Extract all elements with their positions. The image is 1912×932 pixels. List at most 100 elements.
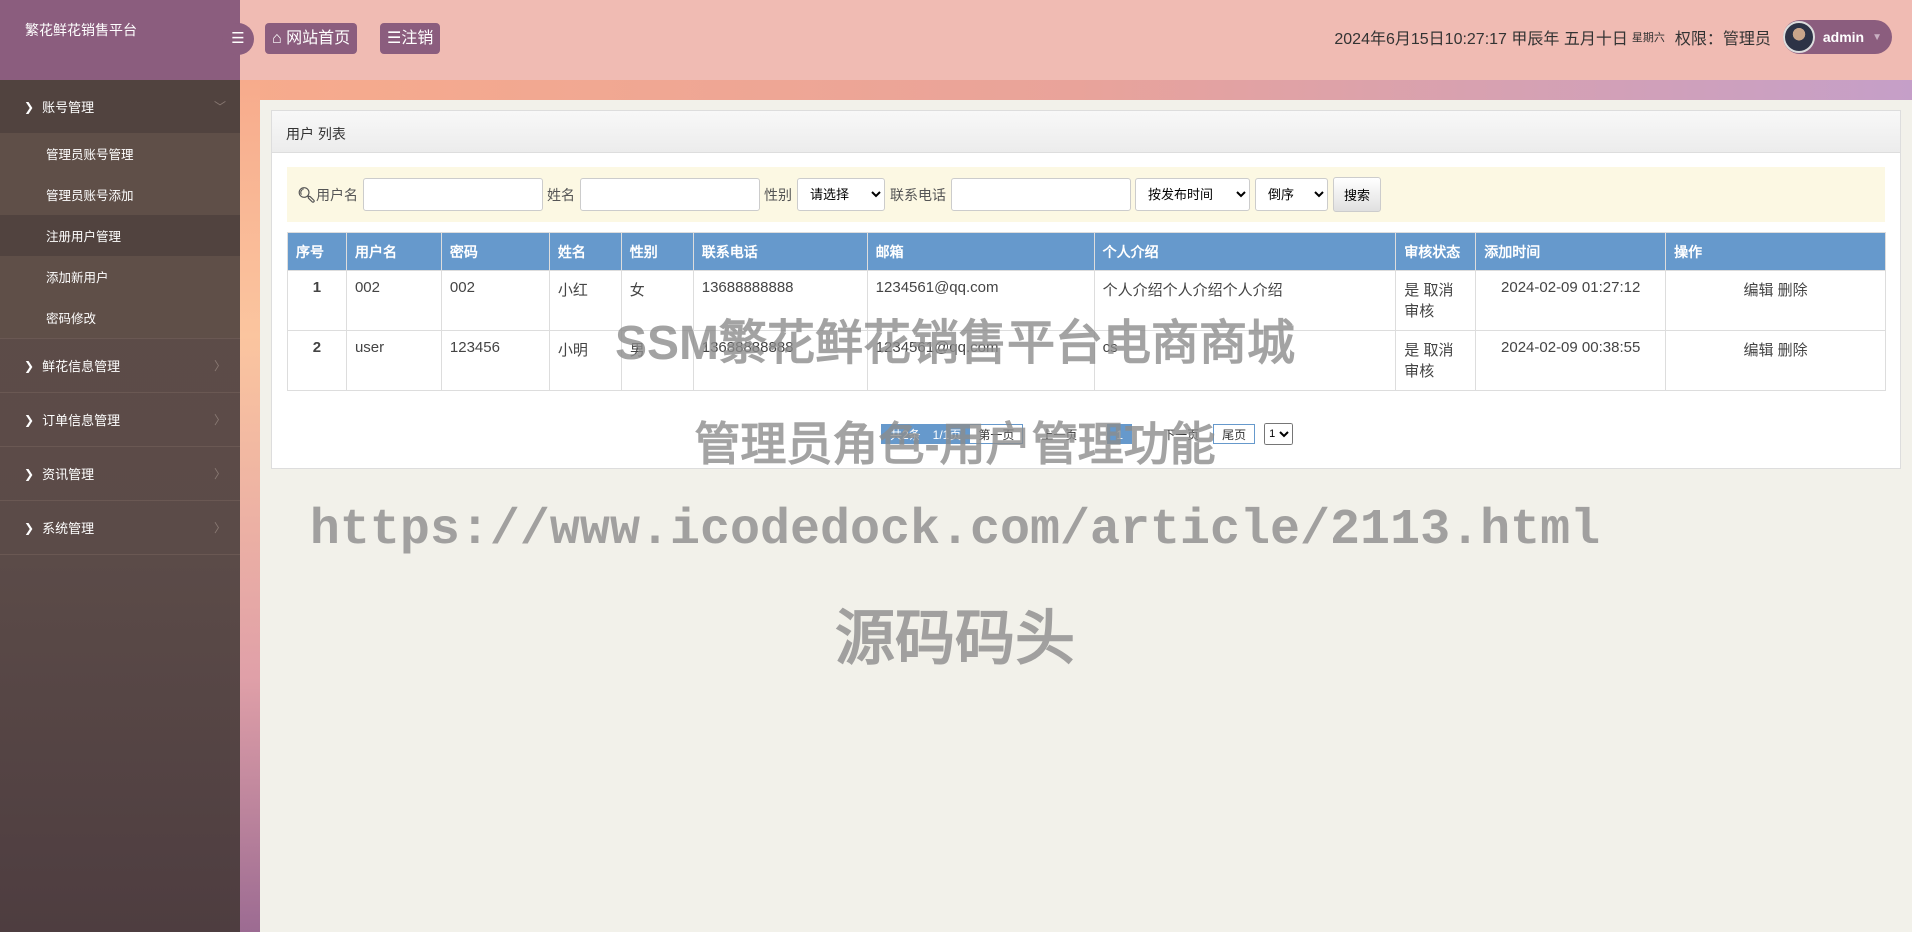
table-cell: cs [1093, 330, 1397, 391]
chevron-right-icon: 〉 [213, 521, 226, 535]
menu-label: 账号管理 [42, 100, 95, 115]
column-header: 邮箱 [866, 232, 1095, 271]
edit-link[interactable]: 编辑 [1743, 342, 1773, 359]
menu-label: 系统管理 [42, 521, 95, 536]
chevron-right-icon: 〉 [213, 467, 226, 481]
search-icon: 🔍︎ [297, 186, 317, 204]
panel-title: 用户 列表 [272, 111, 1900, 153]
chevron-right-icon: ❯ [24, 99, 35, 114]
caret-down-icon: ▼ [1872, 31, 1882, 43]
name-label: 姓名 [547, 186, 576, 203]
user-menu[interactable]: admin ▼ [1782, 20, 1892, 54]
column-header: 审核状态 [1395, 232, 1477, 271]
table-cell: 1234561@qq.com [866, 330, 1095, 391]
prev-page-button[interactable]: 上一页 [1032, 424, 1086, 444]
chevron-right-icon: ❯ [24, 358, 35, 373]
table-cell: 个人介绍个人介绍个人介绍 [1093, 270, 1397, 331]
next-page-button[interactable]: 下一页 [1154, 424, 1208, 444]
actions-cell: 编辑 删除 [1665, 330, 1886, 391]
menu-account: ❯ 账号管理 ﹀ 管理员账号管理 管理员账号添加 注册用户管理 添加新用户 密码修改 [0, 80, 240, 339]
table-row: 1 002 002 小红女 13688888888 1234561@qq.com 个人介绍个… [287, 270, 1886, 331]
username: admin [1822, 29, 1865, 45]
logout-button[interactable]: ☰注销 [380, 23, 441, 54]
sidebar-item-user-manage[interactable]: 注册用户管理 [0, 215, 240, 256]
search-bar: 🔍︎ 用户名 姓名 性别 请选择 联系电话 按发布时间 倒序 搜索 [287, 167, 1885, 222]
delete-link[interactable]: 删除 [1778, 282, 1808, 299]
user-list-panel: 用户 列表 🔍︎ 用户名 姓名 性别 请选择 联系电话 按发布时间 倒序 搜索 … [271, 110, 1901, 469]
weekday: 星期六 [1631, 32, 1665, 44]
column-header: 个人介绍 [1093, 232, 1397, 271]
sidebar-item-admin-manage[interactable]: 管理员账号管理 [0, 133, 240, 174]
menu-label: 鲜花信息管理 [42, 359, 121, 374]
table-cell: 13688888888 [692, 330, 868, 391]
menu-icon: ☰ [387, 30, 402, 47]
menu-label: 资讯管理 [42, 467, 95, 482]
logout-label: 注销 [401, 30, 434, 47]
phone-label: 联系电话 [890, 186, 947, 203]
table-cell: 123456 [440, 330, 550, 391]
table-cell: 小红 [548, 270, 622, 331]
current-page[interactable]: 1 [1107, 424, 1133, 444]
gradient-band [240, 80, 1912, 100]
phone-input[interactable] [951, 178, 1132, 211]
column-header: 密码 [440, 232, 550, 271]
sidebar-item-user-add[interactable]: 添加新用户 [0, 256, 240, 297]
chevron-right-icon: ❯ [24, 466, 35, 481]
menu-news[interactable]: ❯ 资讯管理 〉 [0, 447, 240, 500]
name-input[interactable] [580, 178, 761, 211]
datetime: 2024年6月15日10:27:17 甲辰年 五月十日 [1334, 31, 1628, 48]
table-cell[interactable]: 是 取消审核 [1395, 330, 1477, 391]
table-cell: 2 [287, 330, 347, 391]
chevron-right-icon: 〉 [213, 413, 226, 427]
chevron-right-icon: ❯ [24, 412, 35, 427]
table-cell: 2024-02-09 01:27:12 [1475, 270, 1667, 331]
username-input[interactable] [363, 178, 544, 211]
last-page-button[interactable]: 尾页 [1213, 424, 1256, 444]
table-cell: 小明 [548, 330, 622, 391]
home-button[interactable]: ⌂ 网站首页 [265, 23, 358, 54]
order-select[interactable]: 倒序 [1255, 178, 1329, 211]
table-cell: 2024-02-09 00:38:55 [1475, 330, 1667, 391]
avatar [1782, 21, 1815, 53]
column-header: 联系电话 [692, 232, 868, 271]
username-label: 用户名 [316, 186, 359, 203]
table-cell: 002 [440, 270, 550, 331]
page-select[interactable]: 1 [1264, 423, 1294, 445]
table-row: 2 user 123456 小明男 13688888888 1234561@qq.com c… [287, 330, 1886, 391]
sort-select[interactable]: 按发布时间 [1135, 178, 1251, 211]
column-header: 操作 [1665, 232, 1886, 271]
sidebar-item-admin-add[interactable]: 管理员账号添加 [0, 174, 240, 215]
table-cell: 女 [620, 270, 694, 331]
edit-link[interactable]: 编辑 [1743, 282, 1773, 299]
user-table: 序号 用户名 密码 姓名 性别 联系电话 邮箱 个人介绍 审核状态 添加时间 操作 1 002 002 小… [287, 232, 1886, 391]
table-cell: 13688888888 [692, 270, 868, 331]
gender-select[interactable]: 请选择 [797, 178, 886, 211]
brand-title: 繁花鲜花销售平台 [0, 0, 240, 80]
column-header: 添加时间 [1475, 232, 1667, 271]
menu-system[interactable]: ❯ 系统管理 〉 [0, 501, 240, 554]
page-info: 共2条 1/1页 [881, 424, 971, 444]
column-header: 用户名 [345, 232, 442, 271]
menu-label: 订单信息管理 [42, 413, 121, 428]
table-cell: 男 [620, 330, 694, 391]
menu-orders[interactable]: ❯ 订单信息管理 〉 [0, 393, 240, 446]
sidebar: 繁花鲜花销售平台 ❯ 账号管理 ﹀ 管理员账号管理 管理员账号添加 注册用户管理 添… [0, 0, 240, 932]
table-cell: user [345, 330, 442, 391]
chevron-right-icon: ❯ [24, 520, 35, 535]
table-cell[interactable]: 是 取消审核 [1395, 270, 1477, 331]
first-page-button[interactable]: 第一页 [969, 424, 1024, 444]
gender-label: 性别 [764, 186, 793, 203]
delete-link[interactable]: 删除 [1778, 342, 1808, 359]
top-bar: ⌂ 网站首页 ☰注销 2024年6月15日10:27:17 甲辰年 五月十日 星… [240, 0, 1912, 80]
search-button[interactable]: 搜索 [1333, 177, 1382, 212]
chevron-right-icon: 〉 [213, 359, 226, 373]
home-icon: ⌂ [272, 30, 282, 47]
sidebar-item-password[interactable]: 密码修改 [0, 297, 240, 338]
table-cell: 1 [287, 270, 347, 331]
column-header: 序号 [287, 232, 347, 271]
menu-flowers[interactable]: ❯ 鲜花信息管理 〉 [0, 339, 240, 392]
gradient-strip [240, 80, 260, 932]
menu-head-account[interactable]: ❯ 账号管理 ﹀ [0, 80, 240, 133]
column-header: 性别 [620, 232, 694, 271]
sidebar-toggle-button[interactable]: ☰ [222, 23, 254, 55]
